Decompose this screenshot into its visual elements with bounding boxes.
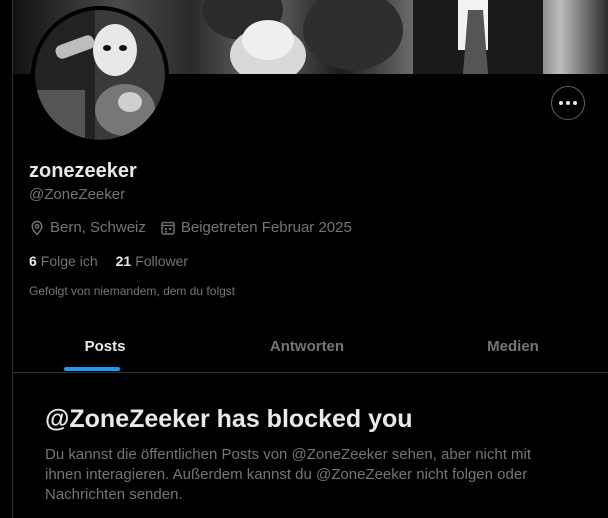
tab-medien[interactable]: Medien	[423, 320, 603, 372]
left-nav-edge	[0, 0, 13, 518]
followers-link[interactable]: 21 Follower	[116, 253, 188, 269]
profile-meta: Bern, Schweiz Beigetreten Februar 2025	[29, 219, 366, 236]
location-pin-icon	[31, 220, 43, 235]
tab-posts[interactable]: Posts	[13, 320, 197, 372]
follow-stats: 6 Folge ich 21 Follower	[29, 253, 206, 269]
location: Bern, Schweiz	[29, 219, 146, 236]
profile-tabs: Posts Antworten Medien	[13, 320, 608, 373]
profile-handle: @ZoneZeeker	[29, 186, 126, 203]
following-count: 6	[29, 253, 37, 269]
followers-label: Follower	[135, 253, 189, 269]
more-options-button[interactable]	[551, 86, 585, 120]
more-dots-icon	[559, 101, 577, 105]
avatar[interactable]	[31, 6, 169, 144]
followed-by-text: Gefolgt von niemandem, dem du folgst	[29, 284, 236, 298]
following-label: Folge ich	[40, 253, 98, 269]
location-text: Bern, Schweiz	[50, 219, 146, 236]
joined-text: Beigetreten Februar 2025	[180, 219, 352, 236]
active-tab-indicator	[64, 367, 120, 371]
followers-count: 21	[115, 253, 132, 269]
joined-date: Beigetreten Februar 2025	[160, 219, 352, 236]
tab-antworten[interactable]: Antworten	[209, 320, 405, 372]
calendar-icon	[161, 221, 175, 235]
blocked-text: Du kannst die öffentlichen Posts von @Zo…	[45, 446, 532, 503]
following-link[interactable]: 6 Folge ich	[29, 253, 98, 269]
profile-display-name: zonezeeker	[29, 160, 137, 182]
blocked-title: @ZoneZeeker has blocked you	[45, 405, 413, 433]
